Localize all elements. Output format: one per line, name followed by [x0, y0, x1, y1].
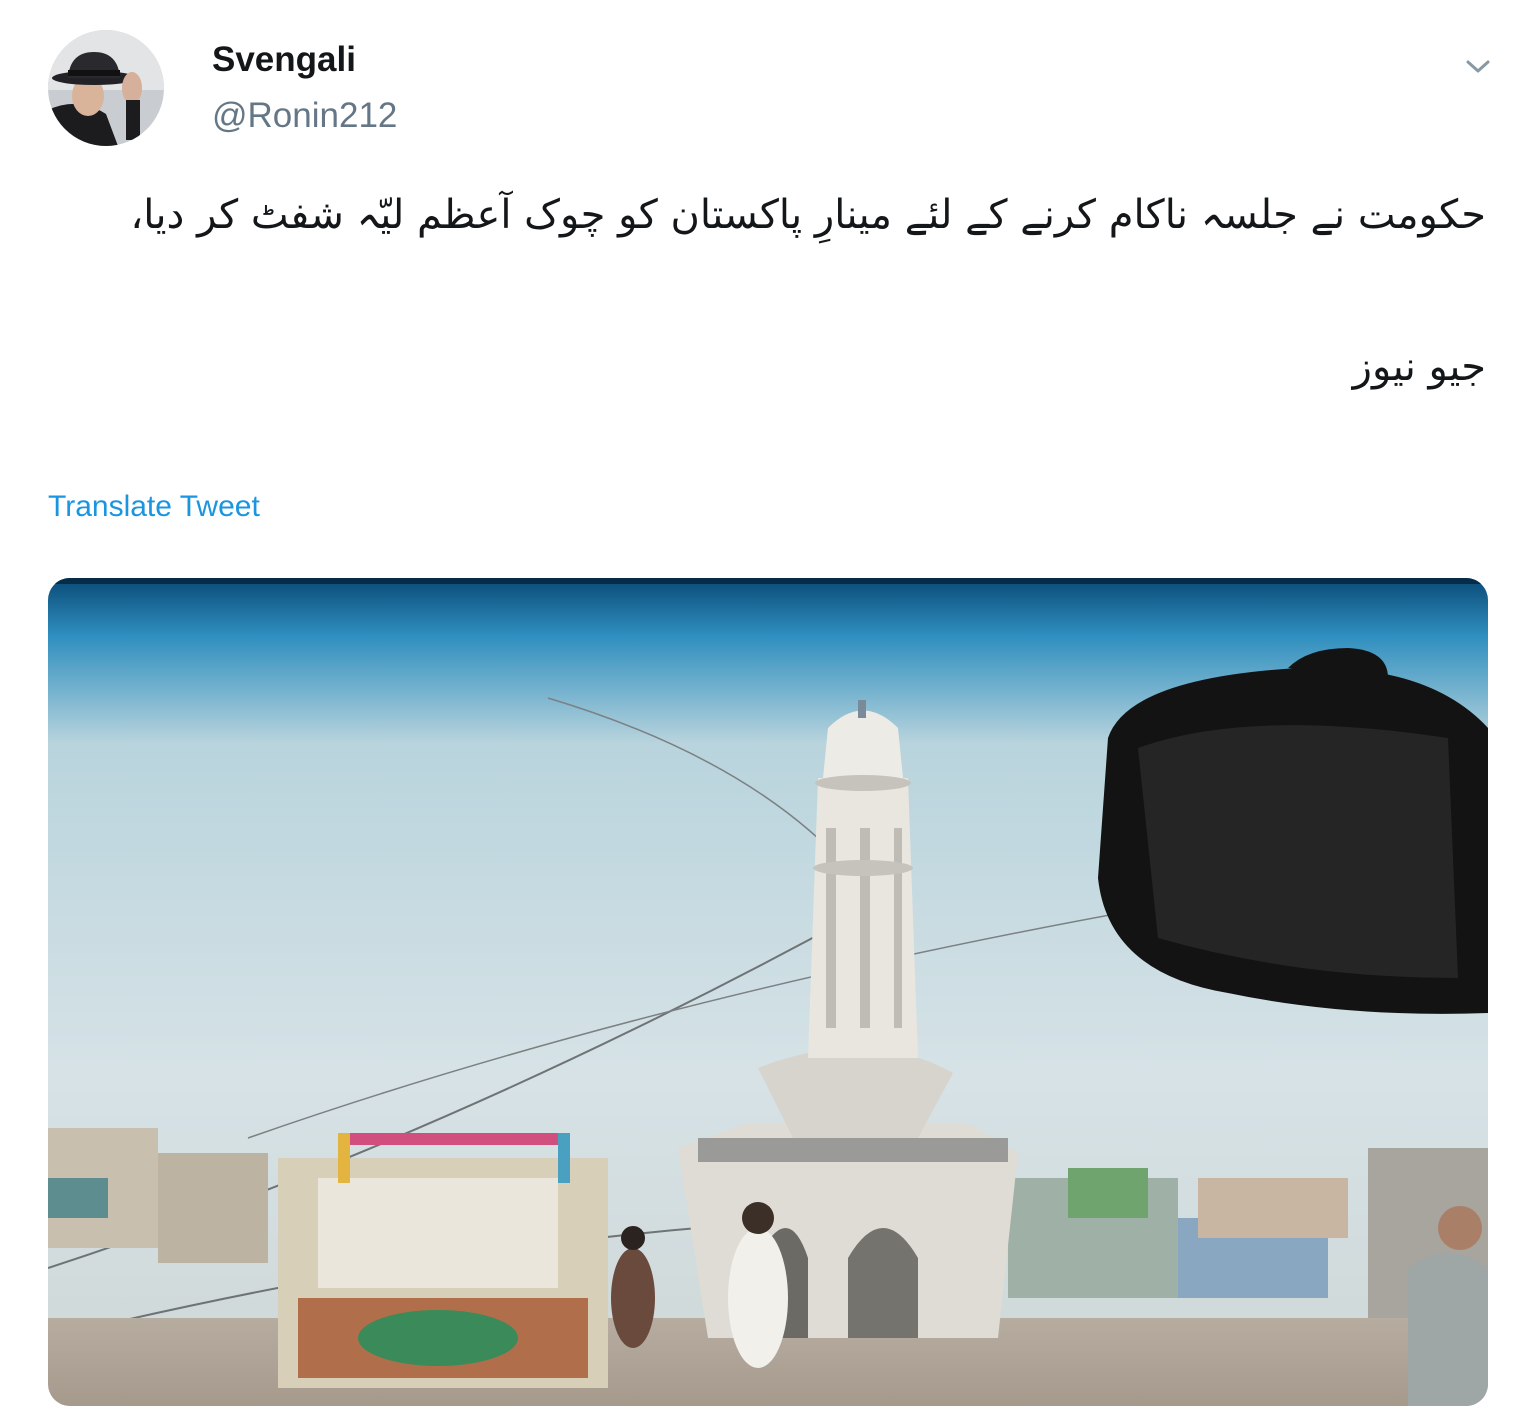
- tweet-text-line-1: حکومت نے جلسہ ناکام کرنے کے لئے مینارِ پ…: [130, 192, 1486, 238]
- tweet-text-line-2: جیو نیوز: [1352, 344, 1486, 390]
- tweet-photo[interactable]: [48, 578, 1488, 1406]
- author-handle[interactable]: @Ronin212: [212, 96, 397, 136]
- author-display-name[interactable]: Svengali: [212, 40, 356, 80]
- tweet: Svengali @Ronin212 حکومت نے جلسہ ناکام ک…: [0, 0, 1526, 1422]
- avatar[interactable]: [48, 30, 164, 146]
- tweet-text: حکومت نے جلسہ ناکام کرنے کے لئے مینارِ پ…: [126, 182, 1486, 400]
- translate-tweet-link[interactable]: Translate Tweet: [48, 490, 260, 524]
- chevron-down-icon[interactable]: [1458, 50, 1498, 82]
